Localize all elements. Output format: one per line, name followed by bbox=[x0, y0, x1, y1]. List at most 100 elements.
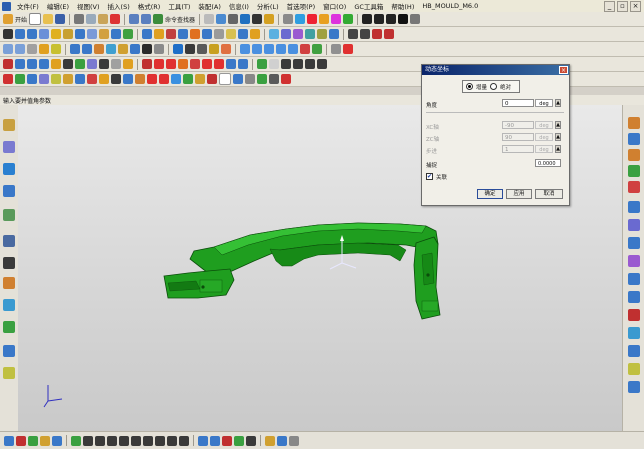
trimetric-view-icon[interactable] bbox=[288, 44, 298, 54]
spline-icon[interactable] bbox=[372, 29, 382, 39]
trim-body-icon[interactable] bbox=[190, 29, 200, 39]
project-curve-icon[interactable] bbox=[51, 44, 61, 54]
menu-hb-mould[interactable]: HB_MOULD_M6.0 bbox=[418, 2, 482, 10]
trim-icon[interactable] bbox=[195, 74, 205, 84]
part-navigator-icon[interactable] bbox=[3, 163, 15, 175]
app-icon[interactable] bbox=[2, 1, 11, 11]
boss-icon[interactable] bbox=[51, 29, 61, 39]
menu-format[interactable]: 格式(R) bbox=[134, 1, 165, 11]
snap-midpoint-icon[interactable] bbox=[166, 59, 176, 69]
feature-icon-1[interactable] bbox=[628, 117, 640, 129]
subtract-icon[interactable] bbox=[111, 29, 121, 39]
snap-point-icon[interactable] bbox=[307, 14, 318, 24]
step-input[interactable]: 1 bbox=[502, 145, 534, 153]
measure-angle-icon[interactable] bbox=[360, 29, 370, 39]
thicken-icon[interactable] bbox=[329, 29, 339, 39]
close-icon[interactable]: × bbox=[630, 0, 641, 12]
gate-icon[interactable] bbox=[147, 74, 157, 84]
slider-icon[interactable] bbox=[123, 74, 133, 84]
rotate-icon[interactable] bbox=[228, 14, 239, 24]
angle-spinner[interactable]: ▲ bbox=[555, 99, 561, 107]
select-curve-icon[interactable] bbox=[63, 59, 73, 69]
xc-axis-input[interactable]: -90 bbox=[502, 121, 534, 129]
sweep-icon[interactable] bbox=[293, 29, 303, 39]
layer-icon[interactable] bbox=[283, 14, 294, 24]
redo-icon[interactable] bbox=[141, 14, 152, 24]
ejector-icon[interactable] bbox=[111, 74, 121, 84]
start-label[interactable]: 开始 bbox=[15, 15, 27, 24]
edge-blend-icon[interactable] bbox=[142, 29, 152, 39]
insert-icon[interactable] bbox=[135, 74, 145, 84]
paste-icon[interactable] bbox=[98, 14, 109, 24]
curve-icon[interactable] bbox=[386, 14, 397, 24]
snap-existing-icon[interactable] bbox=[142, 59, 152, 69]
select-all-icon[interactable] bbox=[3, 59, 13, 69]
cooling-icon[interactable] bbox=[171, 74, 181, 84]
point-icon[interactable] bbox=[384, 29, 394, 39]
view-manager-icon[interactable] bbox=[269, 74, 279, 84]
feature-icon-13[interactable] bbox=[628, 327, 640, 339]
hd3d-tools-icon[interactable] bbox=[3, 209, 15, 221]
radio-absolute[interactable] bbox=[490, 83, 498, 90]
snap-on-curve-icon[interactable] bbox=[226, 59, 236, 69]
extrude-icon[interactable] bbox=[15, 29, 25, 39]
mould-wizard-icon[interactable] bbox=[3, 74, 13, 84]
line-icon[interactable] bbox=[362, 14, 373, 24]
sew-icon[interactable] bbox=[317, 29, 327, 39]
grid-icon[interactable] bbox=[331, 44, 341, 54]
delete-face-icon[interactable] bbox=[250, 29, 260, 39]
snap-endpoint-icon[interactable] bbox=[154, 59, 164, 69]
menu-info[interactable]: 信息(I) bbox=[225, 1, 253, 11]
sketch-icon[interactable] bbox=[3, 29, 13, 39]
pad-icon[interactable] bbox=[63, 29, 73, 39]
line-tool-icon[interactable] bbox=[95, 435, 105, 446]
history-icon[interactable] bbox=[3, 257, 15, 269]
menu-analysis[interactable]: 分析(L) bbox=[253, 1, 283, 11]
restore-icon[interactable]: ▫ bbox=[617, 0, 628, 12]
split-body-icon[interactable] bbox=[202, 29, 212, 39]
groove-icon[interactable] bbox=[87, 29, 97, 39]
point-tool-icon[interactable] bbox=[179, 435, 189, 446]
menu-help[interactable]: 帮助(H) bbox=[387, 1, 418, 11]
blank-icon[interactable] bbox=[154, 44, 164, 54]
standard-parts-icon[interactable] bbox=[99, 74, 109, 84]
snap-quadrant-icon[interactable] bbox=[214, 59, 224, 69]
casting-icon[interactable] bbox=[245, 74, 255, 84]
constraints-icon[interactable] bbox=[265, 435, 275, 446]
iso-view-icon[interactable] bbox=[276, 44, 286, 54]
xc-axis-spinner[interactable]: ▲ bbox=[555, 121, 561, 129]
select-point-icon[interactable] bbox=[51, 59, 61, 69]
replace-face-icon[interactable] bbox=[226, 29, 236, 39]
command-finder-label[interactable]: 命令查找器 bbox=[165, 15, 195, 24]
move-face-icon[interactable] bbox=[238, 29, 248, 39]
select-datum-icon[interactable] bbox=[111, 59, 121, 69]
corner-icon[interactable] bbox=[246, 435, 256, 446]
bom-icon[interactable] bbox=[219, 73, 231, 85]
snap-arc-center-icon[interactable] bbox=[202, 59, 212, 69]
feature-icon-9[interactable] bbox=[628, 255, 640, 267]
new-file-icon[interactable] bbox=[29, 13, 42, 25]
move-object-icon[interactable] bbox=[130, 44, 140, 54]
polygon-tool-icon[interactable] bbox=[155, 435, 165, 446]
web-browser-icon[interactable] bbox=[3, 235, 15, 247]
menu-insert[interactable]: 插入(S) bbox=[104, 1, 134, 11]
more-icon[interactable] bbox=[410, 14, 421, 24]
layout-icon[interactable] bbox=[63, 74, 73, 84]
feature-icon-8[interactable] bbox=[628, 237, 640, 249]
menu-view[interactable]: 视图(V) bbox=[73, 1, 104, 11]
assembly-navigator-icon[interactable] bbox=[3, 119, 15, 131]
delete-icon[interactable] bbox=[110, 14, 121, 24]
reuse-library-icon[interactable] bbox=[3, 185, 15, 197]
circle-tool-icon[interactable] bbox=[119, 435, 129, 446]
wave-icon[interactable] bbox=[106, 44, 116, 54]
feature-icon-14[interactable] bbox=[628, 345, 640, 357]
minimize-icon[interactable]: _ bbox=[604, 0, 615, 12]
shaded-edges-icon[interactable] bbox=[173, 44, 183, 54]
transform-icon[interactable] bbox=[118, 44, 128, 54]
menu-file[interactable]: 文件(F) bbox=[13, 1, 43, 11]
pattern-icon[interactable] bbox=[82, 44, 92, 54]
dialog-close-icon[interactable]: × bbox=[559, 66, 568, 74]
datum-plane-icon[interactable] bbox=[3, 44, 13, 54]
datum-csys-icon[interactable] bbox=[27, 44, 37, 54]
highlight-icon[interactable] bbox=[257, 59, 267, 69]
